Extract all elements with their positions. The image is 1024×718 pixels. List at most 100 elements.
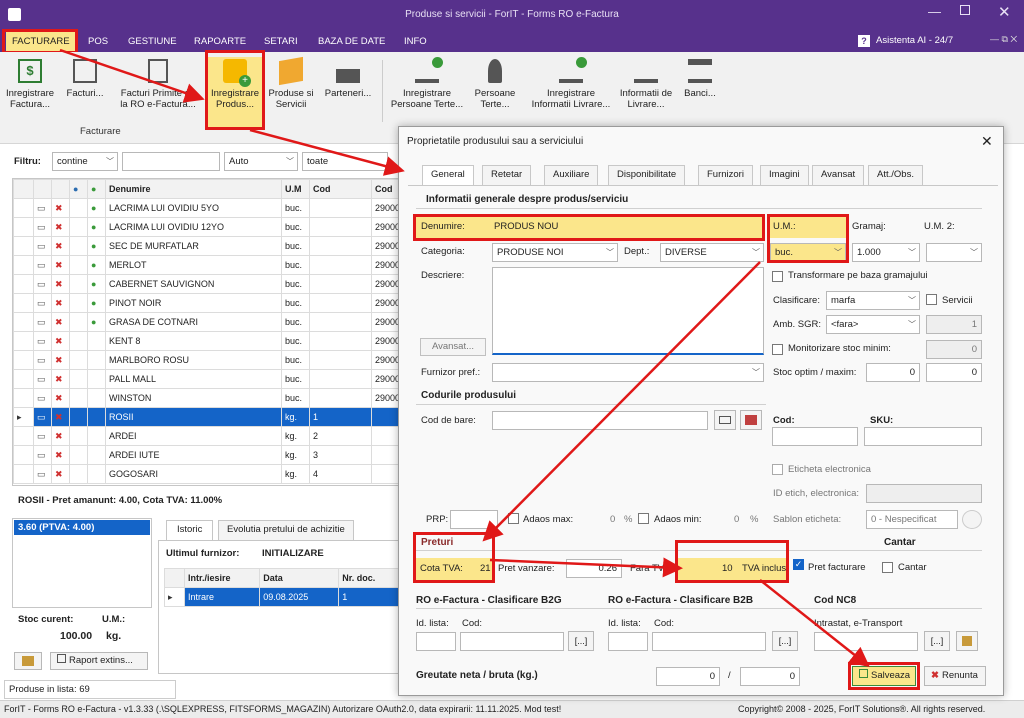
grid-header-cod[interactable]: Cod — [309, 179, 372, 199]
categoria-select[interactable]: PRODUSE NOI ﹀ — [492, 243, 618, 262]
edit-icon[interactable]: ▭ — [33, 217, 52, 237]
close-button[interactable]: ✕ — [998, 3, 1011, 21]
sablon-select[interactable]: 0 - Nespecificat — [866, 510, 958, 529]
um2-select[interactable]: ﹀ — [926, 243, 982, 262]
b2g-idlista-input[interactable] — [416, 632, 456, 651]
gramaj-select[interactable]: 1.000 ﹀ — [852, 243, 920, 262]
table-row[interactable]: ▸ ▭ ✖ ROSII kg. 1 — [13, 407, 401, 427]
tab-auxiliare[interactable]: Auxiliare — [544, 165, 599, 185]
table-row[interactable]: ▭ ✖ GOGOSARI kg. 4 — [13, 464, 401, 484]
cancel-button[interactable]: ✖ Renunta — [924, 666, 986, 686]
codbare-input[interactable] — [492, 411, 708, 430]
greutate-neta-input[interactable]: 0 — [656, 667, 720, 686]
avansat-button[interactable]: Avansat... — [420, 338, 486, 356]
edit-icon[interactable]: ▭ — [33, 388, 52, 408]
pret-vanzare-input[interactable]: 0.26 — [566, 559, 622, 578]
um-select[interactable]: buc. ﹀ — [770, 243, 846, 262]
clasificare-select[interactable]: marfa ﹀ — [826, 291, 920, 310]
menu-rapoarte[interactable]: RAPOARTE — [188, 32, 252, 51]
minimize-button[interactable]: — — [928, 4, 941, 19]
tab-evolutia-pretului[interactable]: Evolutia pretului de achizitie — [218, 520, 354, 540]
tab-imagini[interactable]: Imagini — [760, 165, 809, 185]
delete-icon[interactable]: ✖ — [51, 293, 70, 313]
filter-scope-select[interactable]: toate — [302, 152, 388, 171]
b2b-cod-input[interactable] — [652, 632, 766, 651]
cantar-checkbox[interactable] — [882, 562, 893, 573]
eye-icon[interactable] — [962, 510, 982, 529]
ribbon-inregistrare-factura[interactable]: $ Inregistrare Factura... — [4, 57, 56, 110]
print-button[interactable] — [14, 652, 42, 670]
delete-icon[interactable]: ✖ — [51, 236, 70, 256]
table-row[interactable]: ▭ ✖ PALL MALL buc. 29000 — [13, 369, 401, 389]
filter-mode-select[interactable]: contine ﹀ — [52, 152, 118, 171]
save-button[interactable]: Salveaza — [852, 666, 916, 686]
tab-retetar[interactable]: Retetar — [482, 165, 532, 185]
delete-icon[interactable]: ✖ — [51, 255, 70, 275]
delete-icon[interactable]: ✖ — [51, 426, 70, 446]
barcode-button[interactable] — [714, 410, 736, 430]
ribbon-persoane-terte[interactable]: Persoane Terte... — [470, 57, 520, 110]
nc8-lookup-button[interactable] — [956, 631, 978, 651]
table-row[interactable]: ▭ ✖ ● MERLOT buc. 29000 — [13, 255, 401, 275]
menu-setari[interactable]: SETARI — [258, 32, 304, 51]
b2g-cod-input[interactable] — [460, 632, 564, 651]
nc8-input[interactable] — [814, 632, 918, 651]
table-row[interactable]: ▭ ✖ ● LACRIMA LUI OVIDIU 12YO buc. 29000 — [13, 217, 401, 237]
barcode-print-button[interactable] — [740, 410, 762, 430]
sgr-select[interactable]: <fara> ﹀ — [826, 315, 920, 334]
furnizor-select[interactable]: ﹀ — [492, 363, 764, 382]
transformare-checkbox[interactable] — [772, 271, 783, 282]
delete-icon[interactable]: ✖ — [51, 464, 70, 484]
table-row[interactable]: ▭ ✖ ● LACRIMA LUI OVIDIU 5YO buc. 29000 — [13, 198, 401, 218]
descriere-textarea[interactable] — [492, 267, 764, 355]
help-icon[interactable]: ? — [858, 35, 870, 47]
table-row[interactable]: ▭ ✖ ● CABERNET SAUVIGNON buc. 29000 — [13, 274, 401, 294]
tab-avansat[interactable]: Avansat — [812, 165, 865, 185]
prp-input[interactable] — [450, 510, 498, 529]
ribbon-inregistrare-persoane[interactable]: Inregistrare Persoane Terte... — [388, 57, 466, 110]
monitor-checkbox[interactable] — [772, 344, 783, 355]
menu-info[interactable]: INFO — [398, 32, 433, 51]
delete-icon[interactable]: ✖ — [51, 350, 70, 370]
menu-pos[interactable]: POS — [82, 32, 114, 51]
ribbon-inregistrare-produs[interactable]: + Inregistrare Produs... — [207, 57, 263, 127]
delete-icon[interactable]: ✖ — [51, 445, 70, 465]
table-row[interactable]: ▭ ✖ ARDEI kg. 2 — [13, 426, 401, 446]
delete-icon[interactable]: ✖ — [51, 331, 70, 351]
edit-icon[interactable]: ▭ — [33, 407, 52, 427]
eticheta-checkbox[interactable] — [772, 464, 783, 475]
history-row[interactable]: ▸ Intrare 09.08.2025 1 — [164, 587, 400, 607]
tab-att-obs[interactable]: Att./Obs. — [868, 165, 923, 185]
denumire-value[interactable]: PRODUS NOU — [494, 221, 558, 232]
denumire-field[interactable] — [416, 217, 762, 238]
edit-icon[interactable]: ▭ — [33, 445, 52, 465]
filter-auto-select[interactable]: Auto ﹀ — [224, 152, 298, 171]
assistant-link[interactable]: Asistenta AI - 24/7 — [876, 35, 953, 46]
dialog-close-icon[interactable]: ✕ — [981, 133, 993, 150]
ribbon-inregistrare-livrare[interactable]: Inregistrare Informatii Livrare... — [526, 57, 616, 110]
delete-icon[interactable]: ✖ — [51, 407, 70, 427]
ribbon-facturi[interactable]: Facturi... — [60, 57, 110, 99]
delete-icon[interactable]: ✖ — [51, 388, 70, 408]
cota-tva-value[interactable]: 21 — [480, 563, 491, 574]
ribbon-produse-servicii[interactable]: Produse si Servicii — [266, 56, 316, 110]
raport-extins-button[interactable]: Raport extins... — [50, 652, 148, 670]
b2b-browse-button[interactable]: [...] — [772, 631, 798, 651]
stoc-optim-input[interactable]: 0 — [866, 363, 920, 382]
ribbon-informatii-livrare[interactable]: Informatii de Livrare... — [616, 57, 676, 110]
ribbon-facturi-primite[interactable]: Facturi Primite de la RO e-Factura... — [114, 57, 202, 110]
edit-icon[interactable]: ▭ — [33, 464, 52, 484]
sku-input[interactable] — [864, 427, 982, 446]
delete-icon[interactable]: ✖ — [51, 198, 70, 218]
edit-icon[interactable]: ▭ — [33, 369, 52, 389]
delete-icon[interactable]: ✖ — [51, 369, 70, 389]
servicii-checkbox[interactable] — [926, 294, 937, 305]
delete-icon[interactable]: ✖ — [51, 274, 70, 294]
edit-icon[interactable]: ▭ — [33, 236, 52, 256]
edit-icon[interactable]: ▭ — [33, 274, 52, 294]
tab-istoric[interactable]: Istoric — [166, 520, 214, 540]
edit-icon[interactable]: ▭ — [33, 255, 52, 275]
tab-disponibilitate[interactable]: Disponibilitate — [608, 165, 686, 185]
maximize-button[interactable] — [960, 5, 970, 15]
menu-gestiune[interactable]: GESTIUNE — [122, 32, 183, 51]
